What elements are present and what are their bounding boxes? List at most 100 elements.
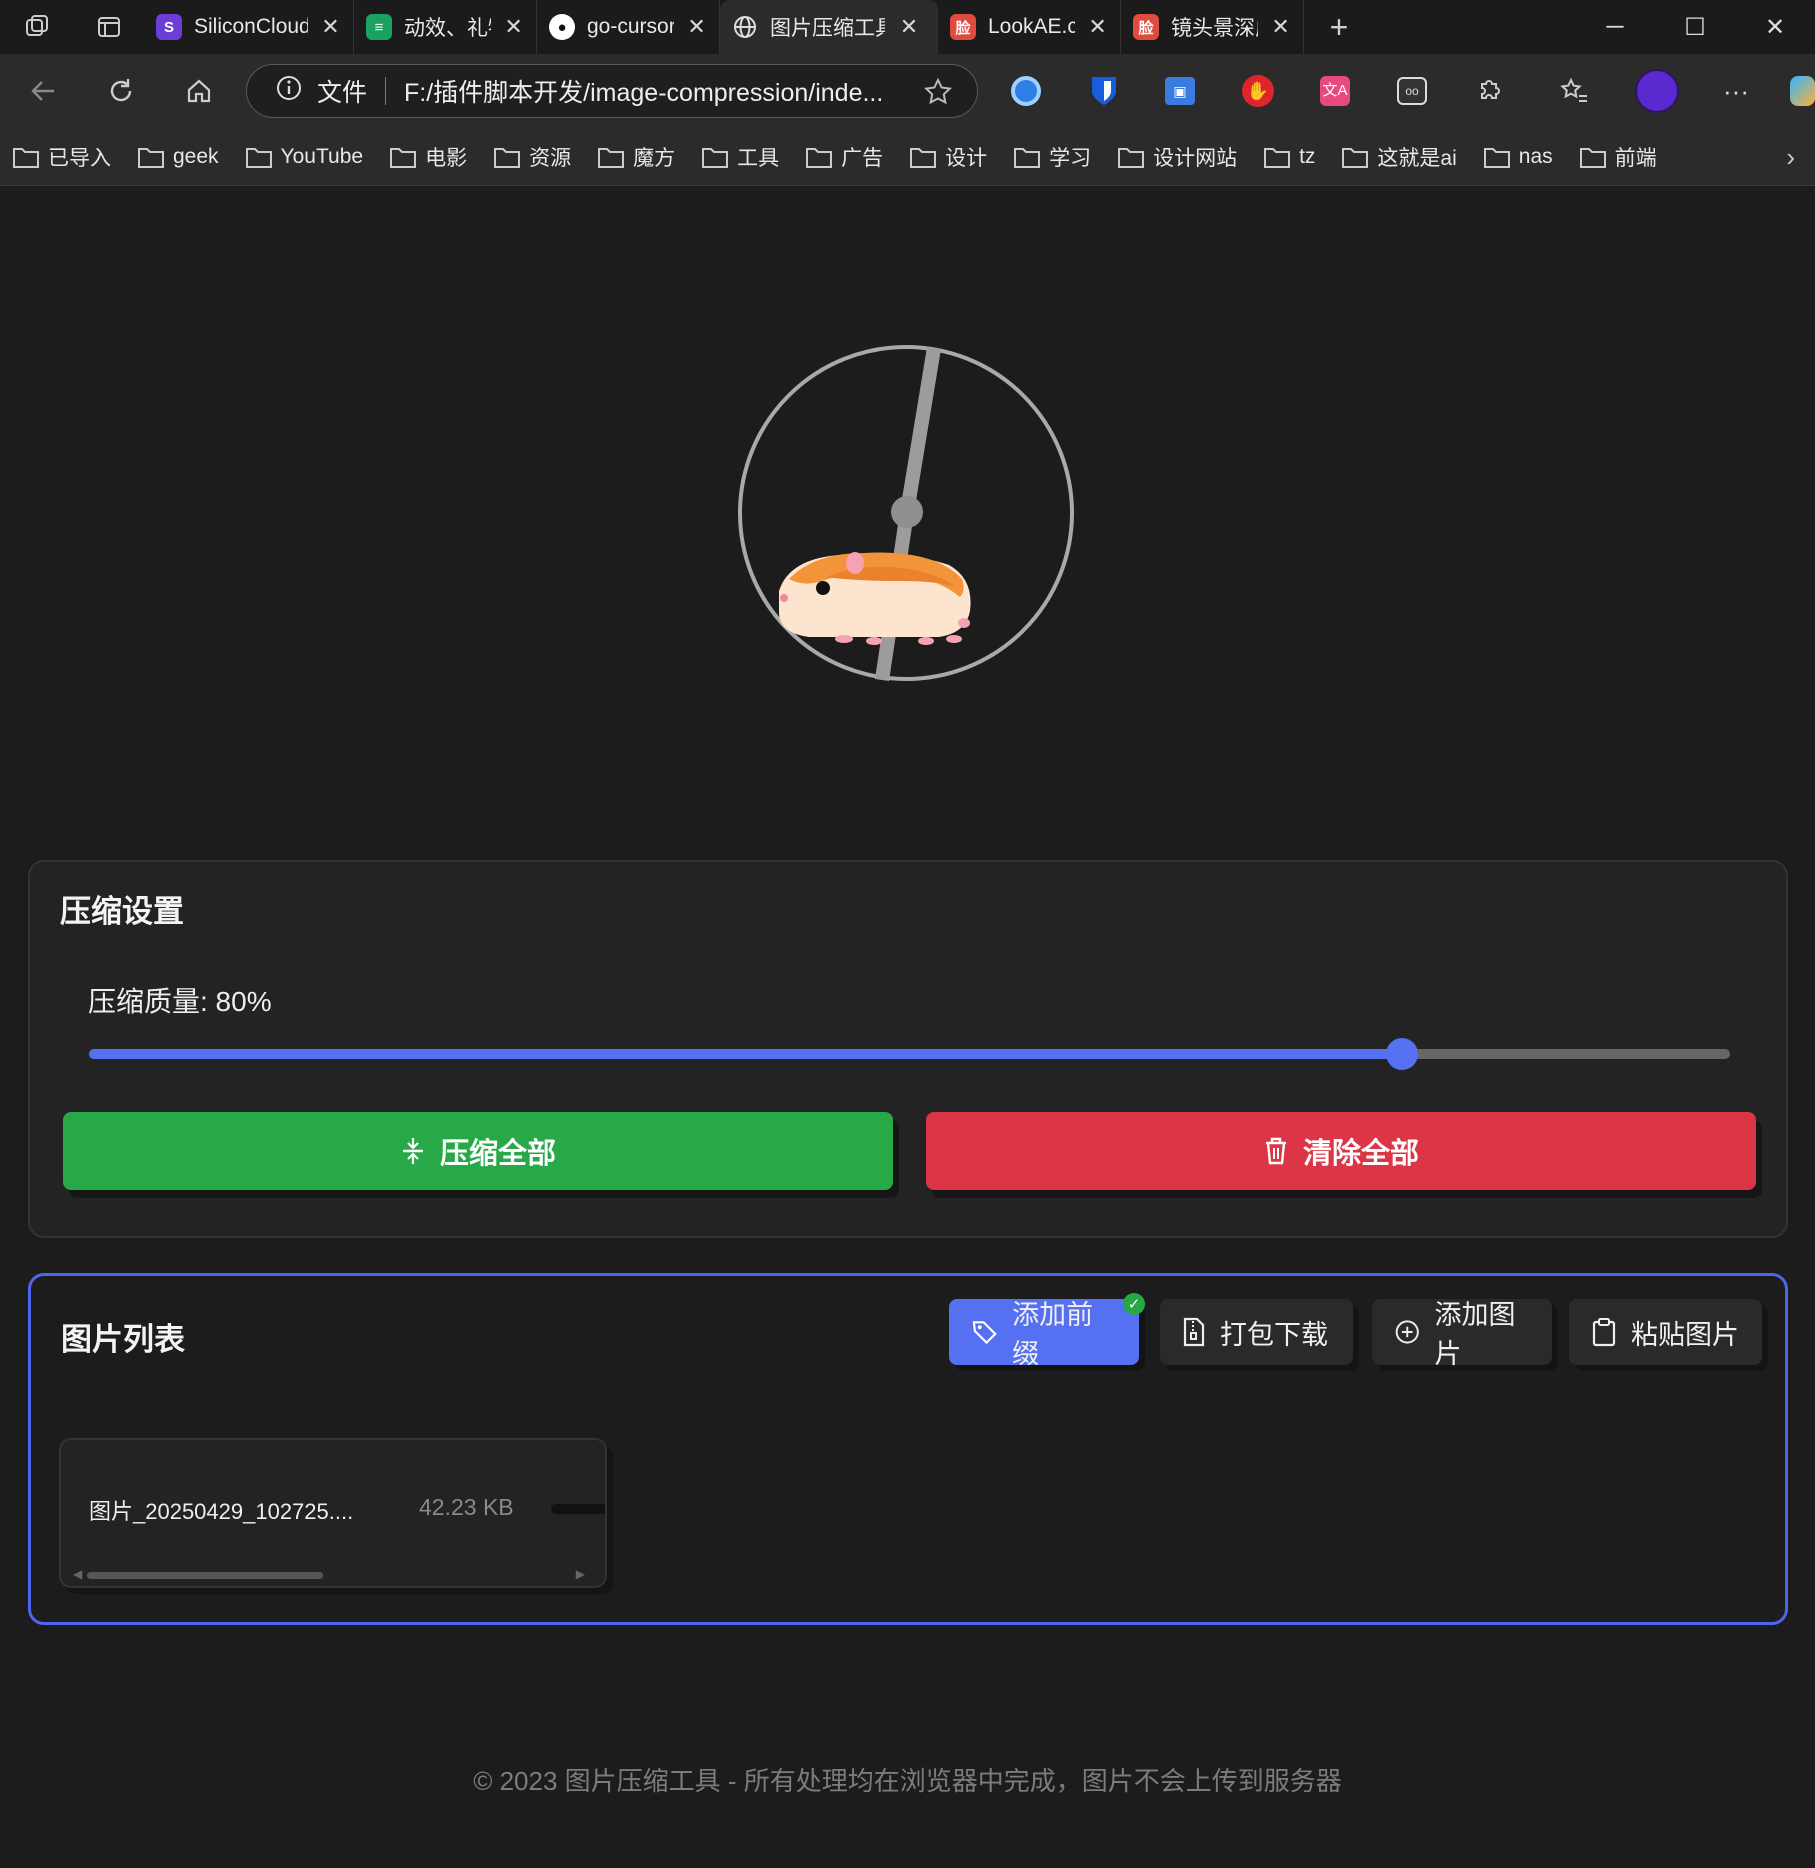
divider [385,77,387,105]
favorites-icon[interactable] [1554,71,1594,111]
zip-file-icon [1183,1317,1205,1347]
bookmark-label: 魔方 [633,146,676,170]
compress-all-button[interactable]: 压缩全部 [63,1112,893,1190]
add-image-button[interactable]: 添加图片 [1372,1299,1552,1369]
quality-slider-fill [89,1049,1402,1059]
horizontal-scrollbar[interactable]: ◀ ▶ [71,1567,587,1581]
close-icon[interactable]: ✕ [686,14,707,40]
file-size: 42.23 KB [419,1494,514,1520]
extension-edge-icon[interactable] [1006,71,1046,111]
translate-icon[interactable]: 文A [1315,71,1355,111]
bookmark-folder[interactable]: tz [1263,145,1315,169]
workspaces-icon[interactable] [0,0,74,54]
tab-siliconcloud[interactable]: S SiliconCloud ✕ [144,0,354,54]
adblock-hand-icon[interactable]: ✋ [1238,71,1278,111]
add-prefix-button[interactable]: 添加前缀 ✓ [949,1293,1145,1369]
paste-image-label: 粘贴图片 [1631,1319,1739,1350]
clipboard-icon [1592,1318,1616,1347]
scroll-right-icon[interactable]: ▶ [576,1567,585,1581]
check-badge-icon: ✓ [1123,1293,1145,1315]
paste-image-button[interactable]: 粘贴图片 [1569,1299,1762,1365]
bookmark-folder[interactable]: 设计网站 [1117,142,1237,172]
folder-icon [806,147,833,168]
address-url: F:/插件脚本开发/image-compression/inde... [404,79,884,107]
tab-lookae-2[interactable]: 脸 镜头景深虚拟 ✕ [1121,0,1304,54]
address-bar[interactable]: 文件 F:/插件脚本开发/image-compression/inde... [246,64,978,118]
more-menu-icon[interactable]: ··· [1716,71,1756,111]
close-icon[interactable]: ✕ [503,14,524,40]
copilot-icon[interactable] [1790,71,1815,111]
lookae-icon: 脸 [950,14,976,40]
bookmark-folder[interactable]: 资源 [493,142,571,172]
bookmark-label: YouTube [280,144,364,168]
bookmark-folder[interactable]: 广告 [805,142,883,172]
folder-icon [1342,147,1369,168]
bookmark-folder[interactable]: 设计 [909,142,987,172]
folder-icon [494,147,521,168]
zip-download-button[interactable]: 打包下载 [1160,1299,1353,1365]
bookmark-label: 工具 [737,146,780,170]
page-content: 压缩设置 压缩质量: 80% 压缩全部 清除全部 图片列表 添加前缀 ✓ 打包下… [0,186,1815,1868]
back-icon[interactable] [4,54,82,128]
tab-lookae[interactable]: 脸 LookAE.com ✕ [938,0,1121,54]
favorite-star-icon[interactable] [923,77,953,114]
scroll-left-icon[interactable]: ◀ [73,1567,82,1581]
tab-bar: S SiliconCloud ✕ ≡ 动效、礼物、 ✕ ● go-cursor-… [0,0,1815,54]
folder-icon [1264,147,1291,168]
folder-icon [1118,147,1145,168]
bookmark-folder[interactable]: YouTube [245,144,364,169]
bookmark-folder[interactable]: 已导入 [12,142,111,172]
bookmarks-overflow-icon[interactable]: › [1786,142,1795,173]
image-list-title: 图片列表 [61,1322,185,1357]
address-scheme-label: 文件 [317,79,368,107]
refresh-icon[interactable] [82,54,160,128]
tab-title: SiliconCloud [194,15,308,38]
scrollbar-thumb[interactable] [87,1572,323,1579]
tab-title: LookAE.com [988,15,1076,38]
bookmark-label: 资源 [529,146,572,170]
profile-avatar[interactable] [1634,68,1680,114]
maximize-icon[interactable]: ☐ [1655,0,1735,54]
bookmark-label: 设计网站 [1153,146,1238,170]
close-icon[interactable]: ✕ [1087,14,1108,40]
folder-icon [1579,147,1606,168]
minimize-icon[interactable]: ─ [1575,0,1655,54]
bookmark-label: 设计 [945,146,988,170]
github-icon: ● [549,14,575,40]
extensions-puzzle-icon[interactable] [1469,71,1509,111]
info-icon[interactable] [275,74,303,109]
close-icon[interactable]: ✕ [1270,14,1291,40]
bookmark-folder[interactable]: 学习 [1013,142,1091,172]
translate-ext-icon[interactable]: ▣ [1160,71,1200,111]
new-tab-icon[interactable]: + [1304,0,1374,54]
image-file-item[interactable]: 图片_20250429_102725.... 42.23 KB ◀ ▶ [59,1438,607,1588]
zip-download-label: 打包下载 [1220,1319,1328,1350]
folder-icon [390,147,417,168]
clear-all-button[interactable]: 清除全部 [926,1112,1756,1190]
image-list-card: 图片列表 添加前缀 ✓ 打包下载 添加图片 粘贴图片 图片_20250429_1… [28,1273,1788,1625]
footer-text: © 2023 图片压缩工具 - 所有处理均在浏览器中完成，图片不会上传到服务器 [473,1766,1342,1796]
bookmark-folder[interactable]: 魔方 [597,142,675,172]
bitwarden-icon[interactable] [1084,71,1124,111]
tab-image-compression[interactable]: 图片压缩工具 ✕ [720,0,938,54]
bookmark-folder[interactable]: 前端 [1579,142,1657,172]
bookmark-folder[interactable]: 工具 [701,142,779,172]
tampermonkey-icon[interactable]: oo [1392,71,1432,111]
close-window-icon[interactable]: ✕ [1735,0,1815,54]
hamster-icon [779,552,971,645]
tab-github[interactable]: ● go-cursor-h ✕ [537,0,720,54]
bookmark-folder[interactable]: nas [1483,145,1553,169]
bookmark-folder[interactable]: 这就是ai [1341,142,1457,172]
tab-sheets[interactable]: ≡ 动效、礼物、 ✕ [354,0,537,54]
bookmark-label: 已导入 [48,146,111,170]
tab-actions-icon[interactable] [74,0,144,54]
close-icon[interactable]: ✕ [897,14,921,40]
close-icon[interactable]: ✕ [320,14,341,40]
sheets-icon: ≡ [366,14,392,40]
bookmark-folder[interactable]: geek [137,145,219,169]
quality-slider[interactable] [89,1038,1730,1070]
settings-title: 压缩设置 [60,894,184,929]
quality-slider-thumb[interactable] [1385,1038,1418,1070]
home-icon[interactable] [160,54,238,128]
bookmark-folder[interactable]: 电影 [389,142,467,172]
